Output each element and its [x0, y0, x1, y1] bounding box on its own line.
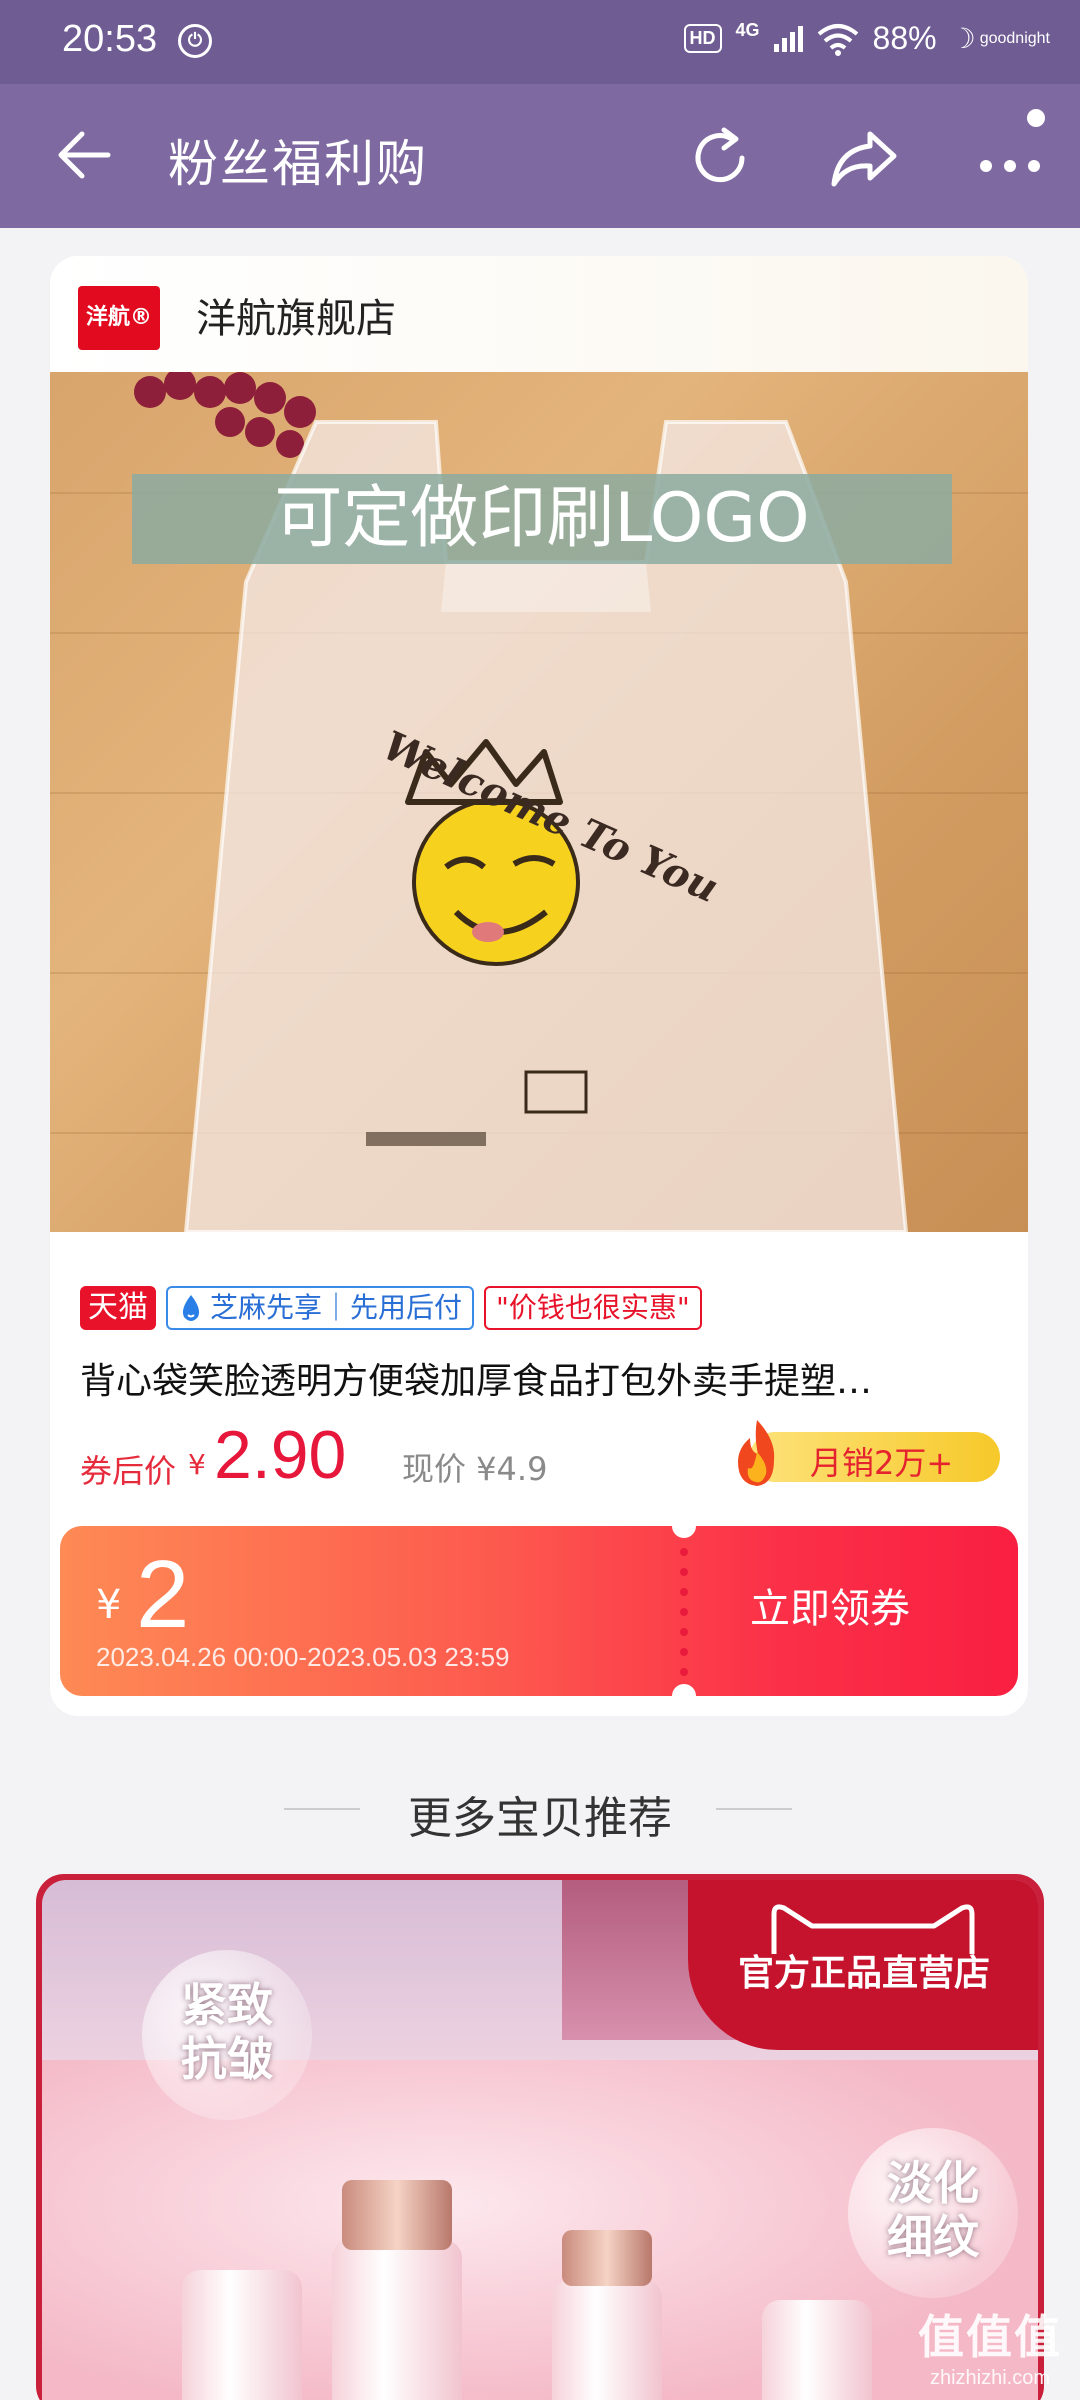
battery-level: 88%	[872, 20, 937, 56]
coupon-amount: 2	[136, 1541, 190, 1648]
official-store-badge: 官方正品直营店	[688, 1880, 1038, 2050]
status-bar: 20:53 ⏻ HD 4G 88% ☽ goodnight	[0, 0, 1080, 84]
bottle-image	[332, 2240, 462, 2400]
fire-icon	[738, 1420, 775, 1486]
product-image[interactable]: 可定做印刷LOGO Welcome To You	[50, 372, 1028, 1232]
current-price: 现价 ¥4.9	[402, 1450, 548, 1488]
water-drop-icon	[182, 1295, 200, 1321]
feature-bubble-firming: 紧致 抗皱	[142, 1950, 312, 2120]
share-icon[interactable]	[826, 122, 902, 194]
zhima-badge-label: 芝麻先享｜先用后付	[210, 1291, 463, 1324]
status-time: 20:53	[62, 18, 158, 60]
recommend-product-image[interactable]: 紧致 抗皱 淡化 细纹 官方正品直营店	[42, 1880, 1038, 2400]
feature-bubble-lines: 淡化 细纹	[848, 2128, 1018, 2298]
after-coupon-label: 券后价	[80, 1452, 177, 1490]
coupon-banner[interactable]: ¥ 2 2023.04.26 00:00-2023.05.03 23:59 立即…	[60, 1526, 1018, 1696]
divider-line-right	[716, 1808, 792, 1810]
notification-icon: ⏻	[178, 24, 212, 58]
wifi-icon	[817, 23, 858, 56]
official-store-label: 官方正品直营店	[738, 1953, 991, 1994]
refresh-icon[interactable]	[684, 122, 756, 194]
monthly-sales-badge: 月销2万+	[738, 1420, 1000, 1486]
page-title: 粉丝福利购	[168, 135, 428, 193]
bottle-cap-image	[342, 2180, 452, 2250]
moon-icon: ☽	[950, 23, 976, 54]
signal-icon	[773, 25, 803, 52]
watermark-logo: 值值值	[918, 2311, 1062, 2363]
currency-symbol: ¥	[188, 1448, 206, 1481]
price-row: 券后价 ¥ 2.90 现价 ¥4.9 月销2万+	[80, 1416, 1000, 1496]
tmall-badge: 天猫	[80, 1286, 156, 1330]
more-options-icon[interactable]	[970, 104, 1060, 204]
network-type: 4G	[735, 20, 760, 40]
product-title[interactable]: 背心袋笑脸透明方便袋加厚食品打包外卖手提塑…	[80, 1352, 1000, 1404]
bottle-cap-image	[562, 2230, 652, 2286]
product-card[interactable]: 洋航® 洋航旗舰店 可定做印刷LOGO Welcome To You 天猫 芝麻…	[50, 256, 1028, 1716]
back-arrow-icon[interactable]	[50, 120, 120, 190]
watermark-url: zhizhizhi.com	[929, 2367, 1051, 2389]
store-logo: 洋航®	[78, 286, 160, 350]
recommend-title: 更多宝贝推荐	[408, 1793, 672, 1844]
night-mode-label: goodnight	[979, 29, 1050, 47]
store-name[interactable]: 洋航旗舰店	[196, 286, 396, 344]
hd-icon: HD	[683, 24, 722, 53]
bottle-image	[552, 2280, 662, 2400]
coupon-divider	[680, 1526, 688, 1696]
product-tags: 天猫 芝麻先享｜先用后付 "价钱也很实惠"	[80, 1286, 702, 1330]
recommend-product-card[interactable]: 紧致 抗皱 淡化 细纹 官方正品直营店	[36, 1874, 1044, 2400]
after-coupon-price: 2.90	[214, 1417, 347, 1493]
status-icons: HD 4G 88% ☽ goodnight	[683, 20, 1050, 57]
monthly-sales-label: 月销2万+	[810, 1444, 954, 1482]
coupon-currency: ¥	[96, 1582, 122, 1628]
custom-print-banner: 可定做印刷LOGO	[132, 474, 952, 564]
coupon-validity: 2023.04.26 00:00-2023.05.03 23:59	[96, 1642, 510, 1672]
bottle-image	[182, 2270, 302, 2400]
store-header[interactable]: 洋航® 洋航旗舰店	[50, 256, 1028, 372]
value-badge: "价钱也很实惠"	[484, 1286, 702, 1330]
bottle-image	[762, 2300, 872, 2400]
claim-coupon-button[interactable]: 立即领券	[750, 1576, 910, 1634]
zhima-badge: 芝麻先享｜先用后付	[166, 1286, 475, 1330]
night-mode-indicator: ☽ goodnight	[951, 22, 1050, 55]
site-watermark: 值值值 zhizhizhi.com	[918, 2301, 1062, 2390]
app-header: 粉丝福利购	[0, 84, 1080, 228]
